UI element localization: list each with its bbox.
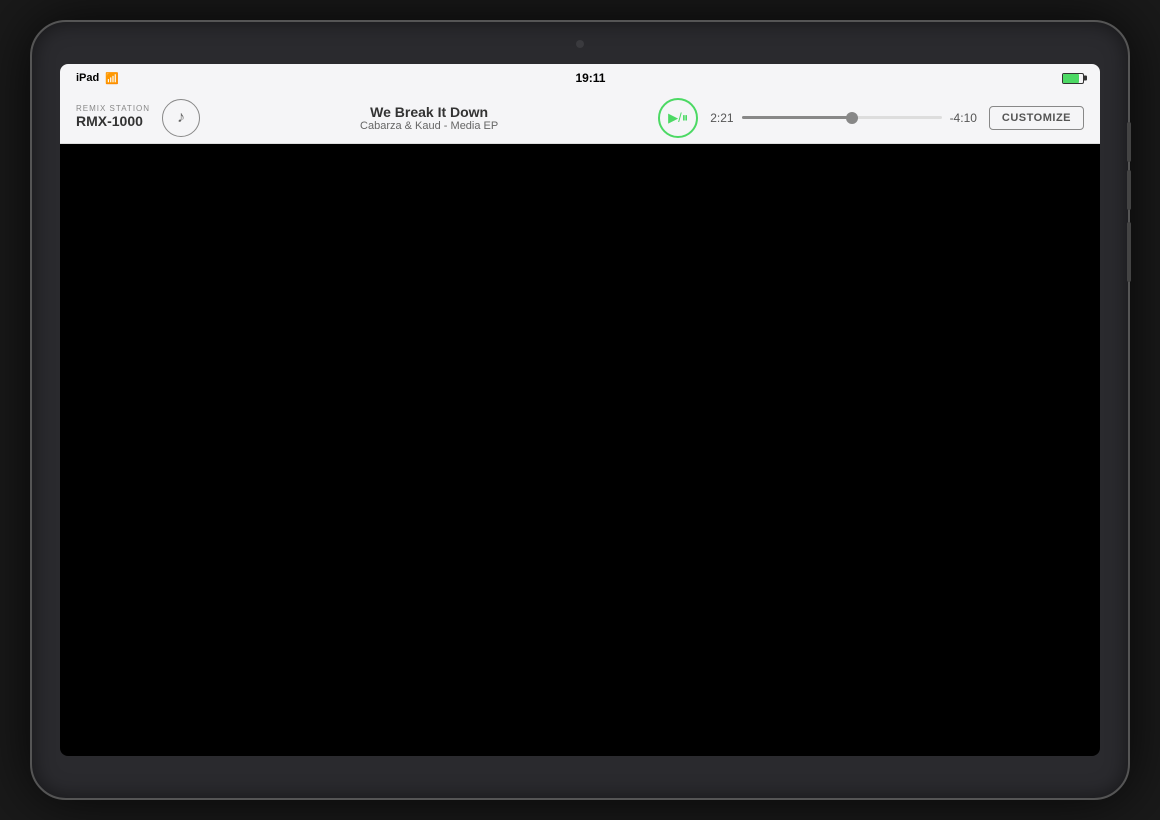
battery-fill <box>1063 74 1079 83</box>
track-subtitle: Cabarza & Kaud - Media EP <box>360 120 498 132</box>
side-button-volume-up[interactable] <box>1127 122 1131 162</box>
rmx-logo: REMIX STATION RMX-1000 <box>76 105 150 129</box>
track-info: We Break It Down Cabarza & Kaud - Media … <box>212 104 646 132</box>
progress-thumb <box>846 112 858 124</box>
progress-area: 2:21 -4:10 <box>710 111 977 125</box>
progress-bar[interactable] <box>742 116 942 119</box>
status-bar: iPad 📶 19:11 <box>60 64 1100 92</box>
music-library-button[interactable]: ♪ <box>162 99 200 137</box>
wifi-icon: 📶 <box>105 72 119 85</box>
battery-icon <box>1062 73 1084 84</box>
ipad-label: iPad <box>76 72 99 84</box>
progress-fill <box>742 116 852 119</box>
status-right <box>1062 73 1084 84</box>
side-button-volume-down[interactable] <box>1127 170 1131 210</box>
app-header: REMIX STATION RMX-1000 ♪ We Break It Dow… <box>60 92 1100 144</box>
track-title: We Break It Down <box>370 104 488 120</box>
ipad-screen: iPad 📶 19:11 REMIX STATION RMX-1000 ♪ We… <box>60 64 1100 756</box>
status-left: iPad 📶 <box>76 72 119 85</box>
status-time: 19:11 <box>575 71 605 85</box>
ipad-camera <box>576 40 584 48</box>
customize-button[interactable]: CUSTOMIZE <box>989 106 1084 130</box>
time-elapsed: 2:21 <box>710 111 733 125</box>
brand-main: RMX-1000 <box>76 114 150 129</box>
music-icon: ♪ <box>177 109 185 127</box>
play-pause-button[interactable]: ▶/⏸ <box>658 98 698 138</box>
side-button-lock[interactable] <box>1127 222 1131 282</box>
time-remaining: -4:10 <box>950 111 977 125</box>
ipad-frame: iPad 📶 19:11 REMIX STATION RMX-1000 ♪ We… <box>30 20 1130 800</box>
